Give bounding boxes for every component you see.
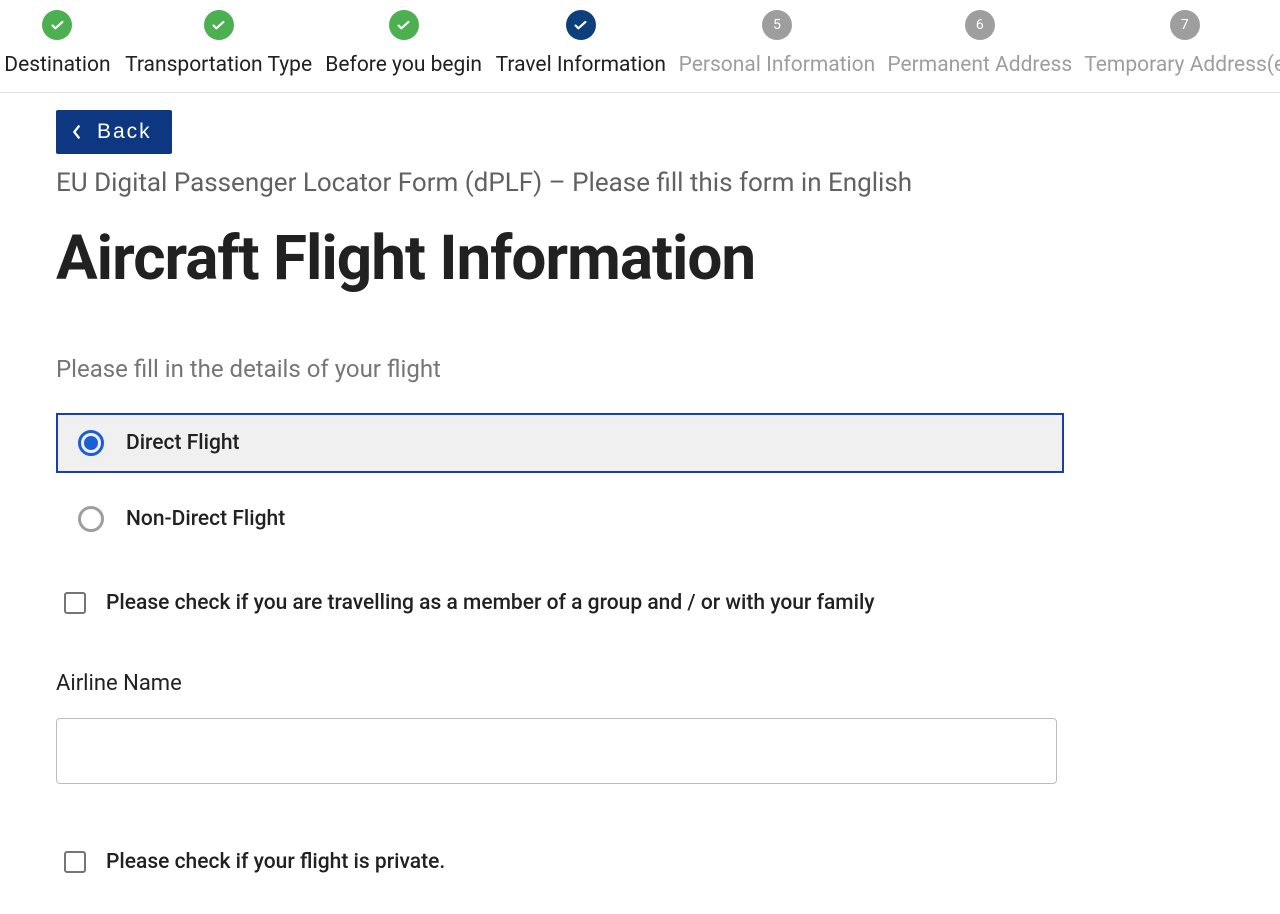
- checkbox-icon: [64, 592, 86, 614]
- step-label: Permanent Address: [887, 53, 1072, 77]
- back-button[interactable]: Back: [56, 110, 172, 154]
- step-label: Temporary Address(e: [1084, 53, 1280, 77]
- step-number-icon: 6: [965, 10, 995, 40]
- step-temporary-address[interactable]: 7 Temporary Address(e: [1089, 10, 1280, 77]
- step-number: 5: [773, 17, 781, 33]
- step-before-you-begin[interactable]: Before you begin: [329, 10, 478, 77]
- helper-text: Please fill in the details of your fligh…: [56, 355, 1064, 383]
- check-icon: [204, 10, 234, 40]
- step-travel-information[interactable]: Travel Information: [500, 10, 662, 77]
- step-label: Destination: [4, 53, 110, 77]
- step-personal-information[interactable]: 5 Personal Information: [684, 10, 871, 77]
- radio-label: Direct Flight: [126, 431, 240, 455]
- radio-icon: [78, 506, 104, 532]
- form-content: Back EU Digital Passenger Locator Form (…: [0, 93, 1120, 914]
- airline-name-input[interactable]: [56, 718, 1057, 784]
- step-number: 7: [1181, 17, 1189, 33]
- check-icon: [389, 10, 419, 40]
- form-subtitle: EU Digital Passenger Locator Form (dPLF)…: [56, 168, 1064, 198]
- back-label: Back: [97, 120, 152, 144]
- chevron-left-icon: [72, 125, 81, 139]
- airline-name-label: Airline Name: [56, 671, 1064, 696]
- step-number-icon: 5: [762, 10, 792, 40]
- step-label: Personal Information: [679, 53, 876, 77]
- checkbox-label: Please check if you are travelling as a …: [106, 591, 875, 615]
- step-label: Travel Information: [496, 53, 666, 77]
- radio-icon: [78, 430, 104, 456]
- radio-direct-flight[interactable]: Direct Flight: [56, 413, 1064, 473]
- step-label: Transportation Type: [125, 53, 312, 77]
- step-number: 6: [976, 17, 984, 33]
- step-permanent-address[interactable]: 6 Permanent Address: [892, 10, 1067, 77]
- radio-label: Non-Direct Flight: [126, 507, 285, 531]
- radio-non-direct-flight[interactable]: Non-Direct Flight: [56, 489, 1064, 549]
- stepper: Destination Transportation Type Before y…: [0, 0, 1280, 93]
- step-destination[interactable]: Destination: [7, 10, 108, 77]
- private-flight-checkbox[interactable]: Please check if your flight is private.: [56, 850, 1064, 874]
- step-number-icon: 7: [1170, 10, 1200, 40]
- step-label: Before you begin: [325, 53, 482, 77]
- checkbox-icon: [64, 851, 86, 873]
- check-icon: [42, 10, 72, 40]
- group-travel-checkbox[interactable]: Please check if you are travelling as a …: [56, 591, 1064, 615]
- page-title: Aircraft Flight Information: [56, 222, 1064, 295]
- flight-type-radio-group: Direct Flight Non-Direct Flight: [56, 413, 1064, 549]
- checkbox-label: Please check if your flight is private.: [106, 850, 445, 874]
- step-transportation-type[interactable]: Transportation Type: [130, 10, 307, 77]
- check-icon: [566, 10, 596, 40]
